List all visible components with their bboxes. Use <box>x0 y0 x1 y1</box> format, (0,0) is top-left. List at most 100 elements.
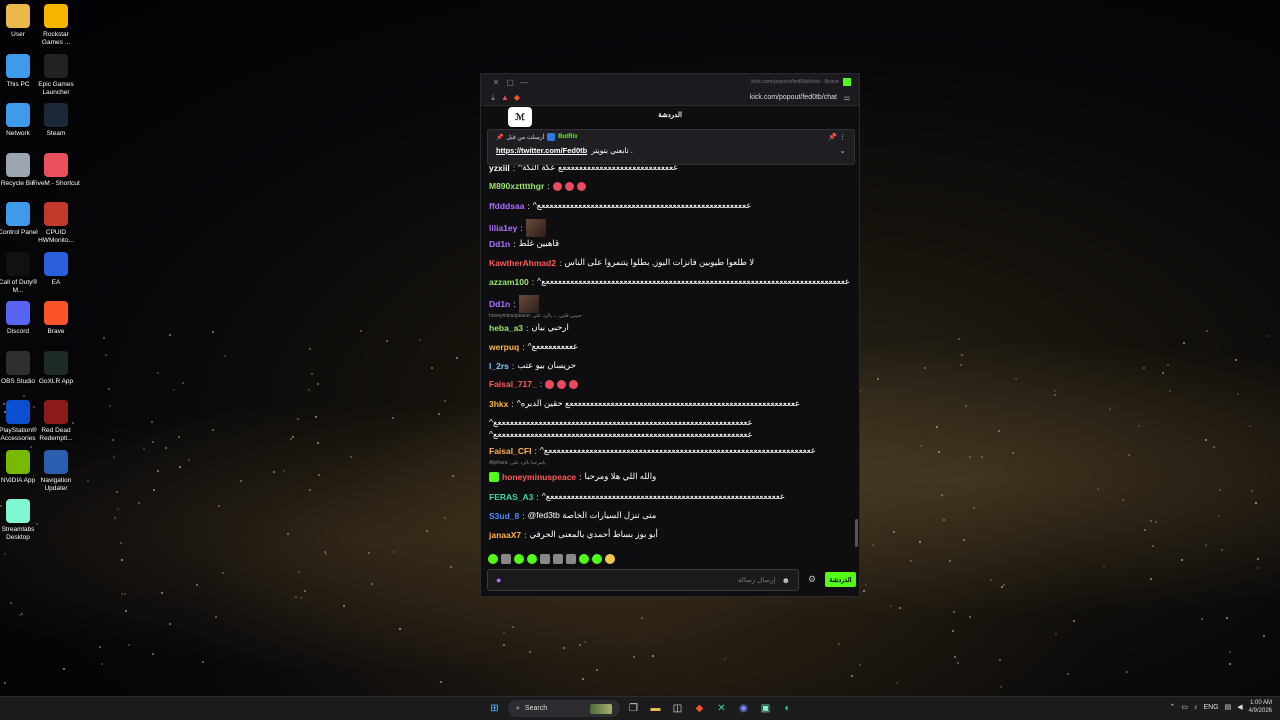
goxlr-taskbar-icon[interactable]: ✕ <box>713 700 730 717</box>
desktop-shortcut[interactable]: Streamlabs Desktop <box>0 499 40 542</box>
store-icon[interactable]: ◫ <box>669 700 686 717</box>
download-icon[interactable]: ⤓ <box>487 93 499 103</box>
message-username[interactable]: Dd1n <box>489 239 510 249</box>
chat-message[interactable]: ffdddsaa: ^عععععععععععععععععععععععععععععع… <box>489 200 751 211</box>
message-username[interactable]: werpuq <box>489 342 519 352</box>
message-username[interactable]: lilia1ey <box>489 223 517 233</box>
emote-icon[interactable] <box>501 554 511 564</box>
send-chat-button[interactable]: الدردشة <box>825 572 856 587</box>
image-emote-icon[interactable] <box>518 295 539 313</box>
chat-message[interactable]: KawtherAhmad2: لا طلعوا طيوبين فانزات الب… <box>489 257 754 268</box>
emote-icon[interactable] <box>576 181 586 191</box>
reply-context[interactable]: honeyminuspeace: حبيبي قلبي ... بالرد عل… <box>489 313 582 319</box>
emote-icon[interactable] <box>566 554 576 564</box>
url-text[interactable]: kick.com/popout/fed0tb/chat <box>750 94 837 101</box>
chat-message[interactable]: ^ععععععععععععععععععععععععععععععععععععععع… <box>489 429 753 440</box>
chevron-down-icon[interactable]: ⌄ <box>839 146 846 155</box>
close-icon[interactable]: ✕ <box>489 78 503 87</box>
emote-icon[interactable] <box>527 554 537 564</box>
chat-message[interactable]: ^ععععععععععععععععععععععععععععععععععععععع… <box>489 417 753 428</box>
desktop-shortcut[interactable]: Brave <box>34 301 78 336</box>
desktop-shortcut[interactable]: GoXLR App <box>34 350 78 386</box>
pinned-link[interactable]: https://twitter.com/Fed0tb <box>496 146 587 155</box>
emote-icon[interactable] <box>569 379 579 389</box>
message-username[interactable]: M890xztttthgr <box>489 181 544 191</box>
mic-tray-icon[interactable]: ♪ <box>1194 704 1198 711</box>
warning-icon[interactable]: ▲ <box>499 93 511 102</box>
message-username[interactable]: S3ud_8 <box>489 511 519 521</box>
file-explorer-icon[interactable]: ▬ <box>647 700 664 717</box>
emote-icon[interactable] <box>488 554 498 564</box>
brave-taskbar-icon[interactable]: ◆ <box>691 700 708 717</box>
desktop-shortcut[interactable]: Epic Games Launcher <box>34 53 78 97</box>
tray-app-icon[interactable]: ▭ <box>1181 703 1188 711</box>
message-username[interactable]: FERAS_A3 <box>489 492 533 502</box>
reply-context[interactable]: Aljohara: يامرحبا بالرد على <box>489 460 546 466</box>
chat-settings-gear-icon[interactable]: ⚙ <box>808 574 816 585</box>
message-username[interactable]: honeyminuspeace <box>502 472 576 482</box>
chat-message[interactable]: M890xztttthgr: <box>489 181 586 191</box>
emote-icon[interactable] <box>514 554 524 564</box>
discord-taskbar-icon[interactable]: ◉ <box>735 700 752 717</box>
pin-icon[interactable]: 📌 ⋮ <box>828 133 846 141</box>
message-username[interactable]: Faisal_717_ <box>489 379 537 389</box>
image-emote-icon[interactable] <box>525 219 546 237</box>
chat-message[interactable]: honeyminuspeace: والله اللي هلا ومرحبا <box>489 471 656 482</box>
streamlabs-taskbar-icon[interactable]: ▣ <box>757 700 774 717</box>
desktop-shortcut[interactable]: Navigation Updater <box>34 449 78 493</box>
emote-icon[interactable] <box>553 554 563 564</box>
chat-message[interactable]: azzam100: ^عععععععععععععععععععععععععععععع… <box>489 276 850 287</box>
emote-icon[interactable] <box>592 554 602 564</box>
chat-message[interactable]: lilia1ey: <box>489 219 546 237</box>
desktop-shortcut[interactable]: EA <box>34 251 78 287</box>
minimize-icon[interactable]: — <box>517 78 531 87</box>
task-view-icon[interactable]: ❐ <box>625 700 642 717</box>
clock[interactable]: 1:00 AM 4/9/2026 <box>1249 699 1272 715</box>
desktop-shortcut[interactable]: Rockstar Games ... <box>34 4 78 47</box>
emote-icon[interactable] <box>545 379 555 389</box>
tray-expand-icon[interactable]: ⌃ <box>1169 703 1175 711</box>
desktop-shortcut[interactable]: Steam <box>34 103 78 138</box>
message-username[interactable]: Dd1n <box>489 299 510 309</box>
network-tray-icon[interactable]: ▤ <box>1225 703 1232 711</box>
volume-icon[interactable]: ◀ <box>1237 703 1242 711</box>
site-settings-icon[interactable]: ⚌ <box>841 93 853 102</box>
start-windows-icon[interactable]: ⊞ <box>486 700 503 717</box>
emote-icon[interactable] <box>557 379 567 389</box>
chat-message[interactable]: Dd1n: <box>489 295 539 313</box>
emote-icon[interactable] <box>564 181 574 191</box>
message-username[interactable]: ffdddsaa <box>489 201 524 211</box>
pinned-message[interactable]: 📌 أرسلت من قبل BotRix 📌 ⋮ https://twitte… <box>487 129 855 165</box>
taskbar-search[interactable]: ⌕ Search <box>508 700 620 717</box>
message-username[interactable]: Faisal_CFI <box>489 446 532 456</box>
chat-message[interactable]: FERAS_A3: ^عععععععععععععععععععععععععععععع… <box>489 491 785 502</box>
message-username[interactable]: janaaX7 <box>489 530 521 540</box>
desktop-shortcut[interactable]: Red Dead Redempti... <box>34 400 78 443</box>
message-username[interactable]: azzam100 <box>489 277 529 287</box>
chat-message[interactable]: Faisal_717_: <box>489 379 579 389</box>
desktop-shortcut[interactable]: FiveM - Shortcut <box>32 152 80 188</box>
maximize-icon[interactable]: ▢ <box>503 78 517 87</box>
brave-shield-icon[interactable]: ◆ <box>511 93 523 102</box>
chat-message[interactable]: heba_a3: ارحبي بيان <box>489 322 569 333</box>
channel-logo-icon[interactable]: ℳ <box>508 107 532 127</box>
message-username[interactable]: l_2rs <box>489 361 509 371</box>
chat-message[interactable]: l_2rs: حريسان بيو عتب <box>489 360 576 371</box>
chat-message[interactable]: janaaX7: أبو بوز بساط أحمدي بالمعنى الحرف… <box>489 529 658 540</box>
emote-icon[interactable] <box>540 554 550 564</box>
chat-message[interactable]: 3hkx: ^عععععععععععععععععععععععععععععععععع… <box>489 398 800 409</box>
chat-message[interactable]: werpuq: ^ععععععععععع <box>489 341 578 352</box>
chat-input[interactable] <box>501 576 776 584</box>
pinned-author[interactable]: BotRix <box>558 134 577 140</box>
chat-message[interactable]: Faisal_CFI: ^عععععععععععععععععععععععععععع… <box>489 445 816 456</box>
message-username[interactable]: KawtherAhmad2 <box>489 258 556 268</box>
emote-icon[interactable] <box>605 554 615 564</box>
emote-icon[interactable] <box>552 181 562 191</box>
message-username[interactable]: 3hkx <box>489 399 508 409</box>
desktop-shortcut[interactable]: CPUID HWMonito... <box>34 202 78 245</box>
edge-taskbar-icon[interactable]: ◐ <box>779 700 796 717</box>
lang-indicator[interactable]: ENG <box>1203 704 1218 711</box>
message-username[interactable]: heba_a3 <box>489 323 523 333</box>
emoji-picker-icon[interactable]: ☻ <box>782 576 790 585</box>
chat-message[interactable]: S3ud_8: @fed3tb متى تنزل السيارات الخاصة <box>489 510 656 521</box>
